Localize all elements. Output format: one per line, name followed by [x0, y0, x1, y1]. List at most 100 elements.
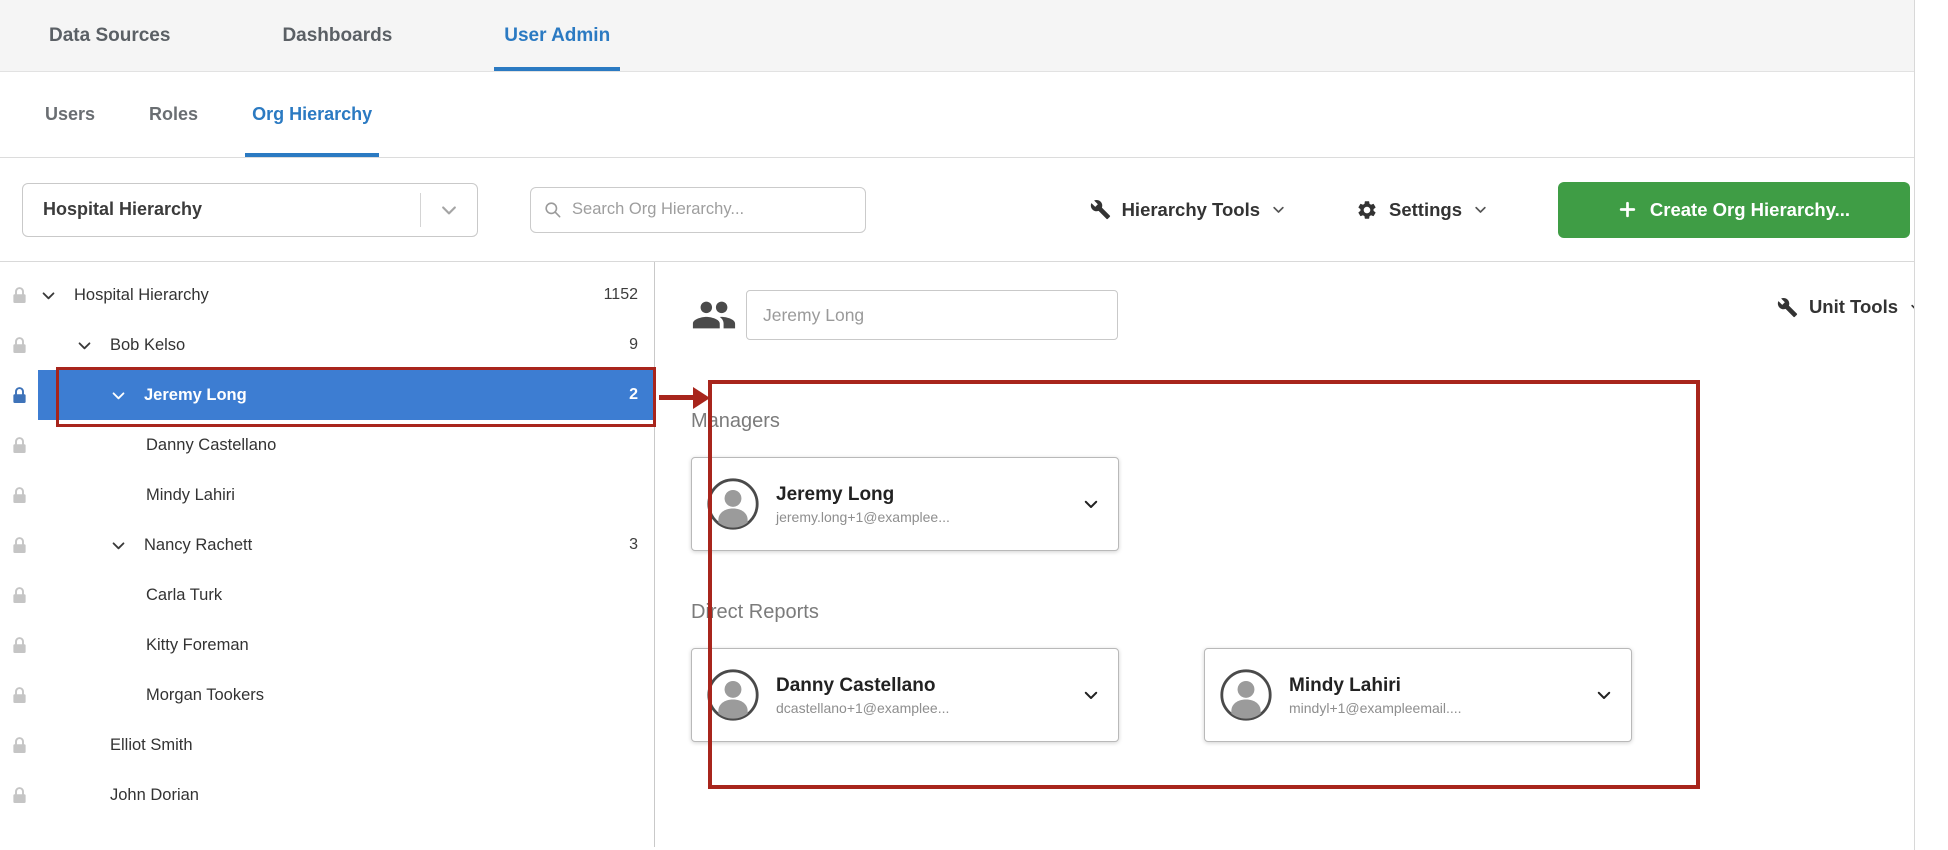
tab-roles[interactable]: Roles [146, 72, 201, 157]
unit-tools-label: Unit Tools [1809, 296, 1898, 318]
chevron-down-icon[interactable] [1595, 686, 1613, 704]
tree-item-count: 3 [629, 536, 654, 554]
managers-heading: Managers [691, 410, 1924, 433]
tab-user-admin[interactable]: User Admin [500, 0, 614, 71]
person-email: jeremy.long+1@examplee... [776, 509, 950, 525]
chevron-down-icon [1473, 202, 1488, 217]
tab-data-sources[interactable]: Data Sources [45, 0, 174, 71]
person-card[interactable]: Jeremy Long jeremy.long+1@examplee... [691, 457, 1119, 551]
chevron-down-icon[interactable] [1082, 495, 1100, 513]
lock-icon [0, 570, 38, 620]
person-card-text: Mindy Lahiri mindyl+1@exampleemail.... [1289, 675, 1462, 716]
tree-item-count: 1152 [604, 286, 654, 304]
lock-icon [0, 670, 38, 720]
toolbar-right-tools: Hierarchy Tools Settings Create Org Hier… [1090, 182, 1910, 238]
person-name: Danny Castellano [776, 675, 949, 697]
person-card[interactable]: Mindy Lahiri mindyl+1@exampleemail.... [1204, 648, 1632, 742]
tree-item-label: Bob Kelso [110, 336, 185, 355]
create-org-hierarchy-label: Create Org Hierarchy... [1650, 199, 1850, 221]
org-tree: Hospital Hierarchy 1152 Bob Kelso 9 Jeremy L… [0, 262, 655, 847]
lock-icon [0, 320, 38, 370]
gear-icon [1356, 199, 1378, 221]
tree-item[interactable]: Danny Castellano [0, 420, 654, 470]
primary-nav: Data Sources Dashboards User Admin [0, 0, 1948, 72]
tab-org-hierarchy[interactable]: Org Hierarchy [249, 72, 375, 157]
direct-reports-heading: Direct Reports [691, 601, 1924, 624]
lock-icon [0, 620, 38, 670]
person-email: mindyl+1@exampleemail.... [1289, 700, 1462, 716]
tree-item-label: Kitty Foreman [146, 636, 249, 655]
hierarchy-tools-button[interactable]: Hierarchy Tools [1090, 199, 1286, 221]
tree-item[interactable]: Hospital Hierarchy 1152 [0, 270, 654, 320]
unit-header-row: Unit Tools [691, 290, 1924, 340]
unit-tools-button[interactable]: Unit Tools [1777, 296, 1924, 318]
tree-item[interactable]: Bob Kelso 9 [0, 320, 654, 370]
tree-item-label: John Dorian [110, 786, 199, 805]
chevron-down-icon[interactable] [110, 387, 144, 404]
tree-item-label: Morgan Tookers [146, 686, 264, 705]
person-name: Jeremy Long [776, 484, 950, 506]
tree-item-label: Nancy Rachett [144, 536, 252, 555]
search-box[interactable] [530, 187, 866, 233]
avatar-icon [1219, 668, 1273, 722]
hierarchy-tools-label: Hierarchy Tools [1122, 199, 1260, 221]
avatar-icon [706, 477, 760, 531]
chevron-down-icon[interactable] [110, 537, 144, 554]
unit-detail-panel: Unit Tools Managers Jeremy Long jeremy.l… [655, 262, 1948, 847]
chevron-down-icon[interactable] [1082, 686, 1100, 704]
tree-item[interactable]: Morgan Tookers [0, 670, 654, 720]
lock-icon [0, 270, 38, 320]
lock-icon [0, 470, 38, 520]
tab-users[interactable]: Users [42, 72, 98, 157]
settings-button[interactable]: Settings [1356, 199, 1488, 221]
org-hierarchy-toolbar: Hospital Hierarchy Hierarchy Tools Setti… [0, 158, 1948, 262]
settings-label: Settings [1389, 199, 1462, 221]
tree-item[interactable]: Elliot Smith [0, 720, 654, 770]
plus-icon [1618, 200, 1637, 219]
search-icon [543, 199, 562, 220]
tree-item-label: Mindy Lahiri [146, 486, 235, 505]
person-card[interactable]: Danny Castellano dcastellano+1@examplee.… [691, 648, 1119, 742]
lock-icon [0, 420, 38, 470]
lock-icon [0, 770, 38, 820]
secondary-nav: Users Roles Org Hierarchy [0, 72, 1948, 158]
chevron-down-icon[interactable] [76, 337, 110, 354]
tree-item[interactable]: Kitty Foreman [0, 620, 654, 670]
managers-card-list: Jeremy Long jeremy.long+1@examplee... [691, 457, 1924, 551]
tree-item-count: 9 [629, 336, 654, 354]
tree-item-label: Carla Turk [146, 586, 222, 605]
tree-item[interactable]: John Dorian [0, 770, 654, 820]
lock-icon [0, 370, 38, 420]
lock-icon [0, 520, 38, 570]
search-input[interactable] [572, 200, 853, 219]
hierarchy-select[interactable]: Hospital Hierarchy [22, 183, 478, 237]
tree-item-label: Jeremy Long [144, 386, 247, 405]
tree-item[interactable]: Mindy Lahiri [0, 470, 654, 520]
wrench-icon [1090, 199, 1111, 220]
chevron-down-icon[interactable] [421, 200, 477, 220]
person-card-text: Jeremy Long jeremy.long+1@examplee... [776, 484, 950, 525]
tab-dashboards[interactable]: Dashboards [278, 0, 396, 71]
page-right-gutter [1914, 0, 1948, 850]
tree-item-label: Hospital Hierarchy [74, 286, 209, 305]
tree-item-label: Danny Castellano [146, 436, 276, 455]
hierarchy-select-value: Hospital Hierarchy [23, 199, 420, 220]
tree-item[interactable]: Nancy Rachett 3 [0, 520, 654, 570]
lock-icon [0, 720, 38, 770]
tree-item[interactable]: Jeremy Long 2 [0, 370, 654, 420]
direct-reports-card-list: Danny Castellano dcastellano+1@examplee.… [691, 648, 1924, 742]
create-org-hierarchy-button[interactable]: Create Org Hierarchy... [1558, 182, 1910, 238]
chevron-down-icon [1271, 202, 1286, 217]
tree-item-count: 2 [629, 386, 654, 404]
people-group-icon [691, 292, 737, 338]
person-email: dcastellano+1@examplee... [776, 700, 949, 716]
content-area: Hospital Hierarchy 1152 Bob Kelso 9 Jeremy L… [0, 262, 1948, 847]
unit-name-input[interactable] [746, 290, 1118, 340]
avatar-icon [706, 668, 760, 722]
wrench-icon [1777, 297, 1798, 318]
chevron-down-icon[interactable] [40, 287, 74, 304]
tree-item-label: Elliot Smith [110, 736, 193, 755]
person-name: Mindy Lahiri [1289, 675, 1462, 697]
tree-item[interactable]: Carla Turk [0, 570, 654, 620]
person-card-text: Danny Castellano dcastellano+1@examplee.… [776, 675, 949, 716]
